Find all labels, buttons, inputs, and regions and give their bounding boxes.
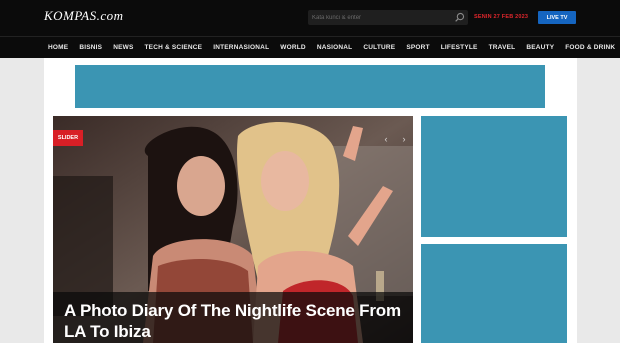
nav-item-bisnis[interactable]: BISNIS bbox=[79, 44, 102, 51]
nav-item-world[interactable]: WORLD bbox=[280, 44, 306, 51]
headline-caption[interactable]: A Photo Diary Of The Nightlife Scene Fro… bbox=[53, 292, 413, 343]
current-date: SENIN 27 FEB 2023 bbox=[474, 14, 529, 20]
headline-text[interactable]: A Photo Diary Of The Nightlife Scene Fro… bbox=[64, 300, 409, 342]
slider-badge: SLIDER bbox=[53, 130, 83, 146]
nav-item-food-drink[interactable]: FOOD & DRINK bbox=[565, 44, 615, 51]
nav-item-news[interactable]: NEWS bbox=[113, 44, 133, 51]
chevron-right-icon[interactable]: › bbox=[399, 134, 409, 144]
nav-item-travel[interactable]: TRAVEL bbox=[489, 44, 516, 51]
nav-item-culture[interactable]: CULTURE bbox=[363, 44, 395, 51]
nav-item-nasional[interactable]: NASIONAL bbox=[317, 44, 353, 51]
leaderboard-ad[interactable] bbox=[75, 65, 545, 108]
nav-item-beauty[interactable]: BEAUTY bbox=[526, 44, 554, 51]
nav-item-home[interactable]: HOME bbox=[48, 44, 68, 51]
live-tv-button[interactable]: LIVE TV bbox=[538, 11, 576, 24]
sidebar-ad-top[interactable] bbox=[421, 116, 567, 237]
nav-item-sport[interactable]: SPORT bbox=[406, 44, 429, 51]
search-icon[interactable] bbox=[454, 12, 465, 23]
nav-item-lifestyle[interactable]: LIFESTYLE bbox=[441, 44, 478, 51]
search-input[interactable] bbox=[312, 12, 450, 23]
main-navigation: HOME BISNIS NEWS TECH & SCIENCE INTERNAS… bbox=[0, 36, 620, 58]
top-header: KOMPAS.com SENIN 27 FEB 2023 LIVE TV bbox=[0, 0, 620, 36]
search-box[interactable] bbox=[308, 10, 468, 25]
sidebar-ad-bottom[interactable] bbox=[421, 244, 567, 343]
nav-item-internasional[interactable]: INTERNASIONAL bbox=[213, 44, 269, 51]
nav-item-tech-science[interactable]: TECH & SCIENCE bbox=[145, 44, 203, 51]
hero-slider[interactable]: SLIDER ‹ › A Photo Diary Of The Nightlif… bbox=[53, 116, 413, 343]
chevron-left-icon[interactable]: ‹ bbox=[381, 134, 391, 144]
kompas-logo[interactable]: KOMPAS.com bbox=[44, 8, 124, 24]
